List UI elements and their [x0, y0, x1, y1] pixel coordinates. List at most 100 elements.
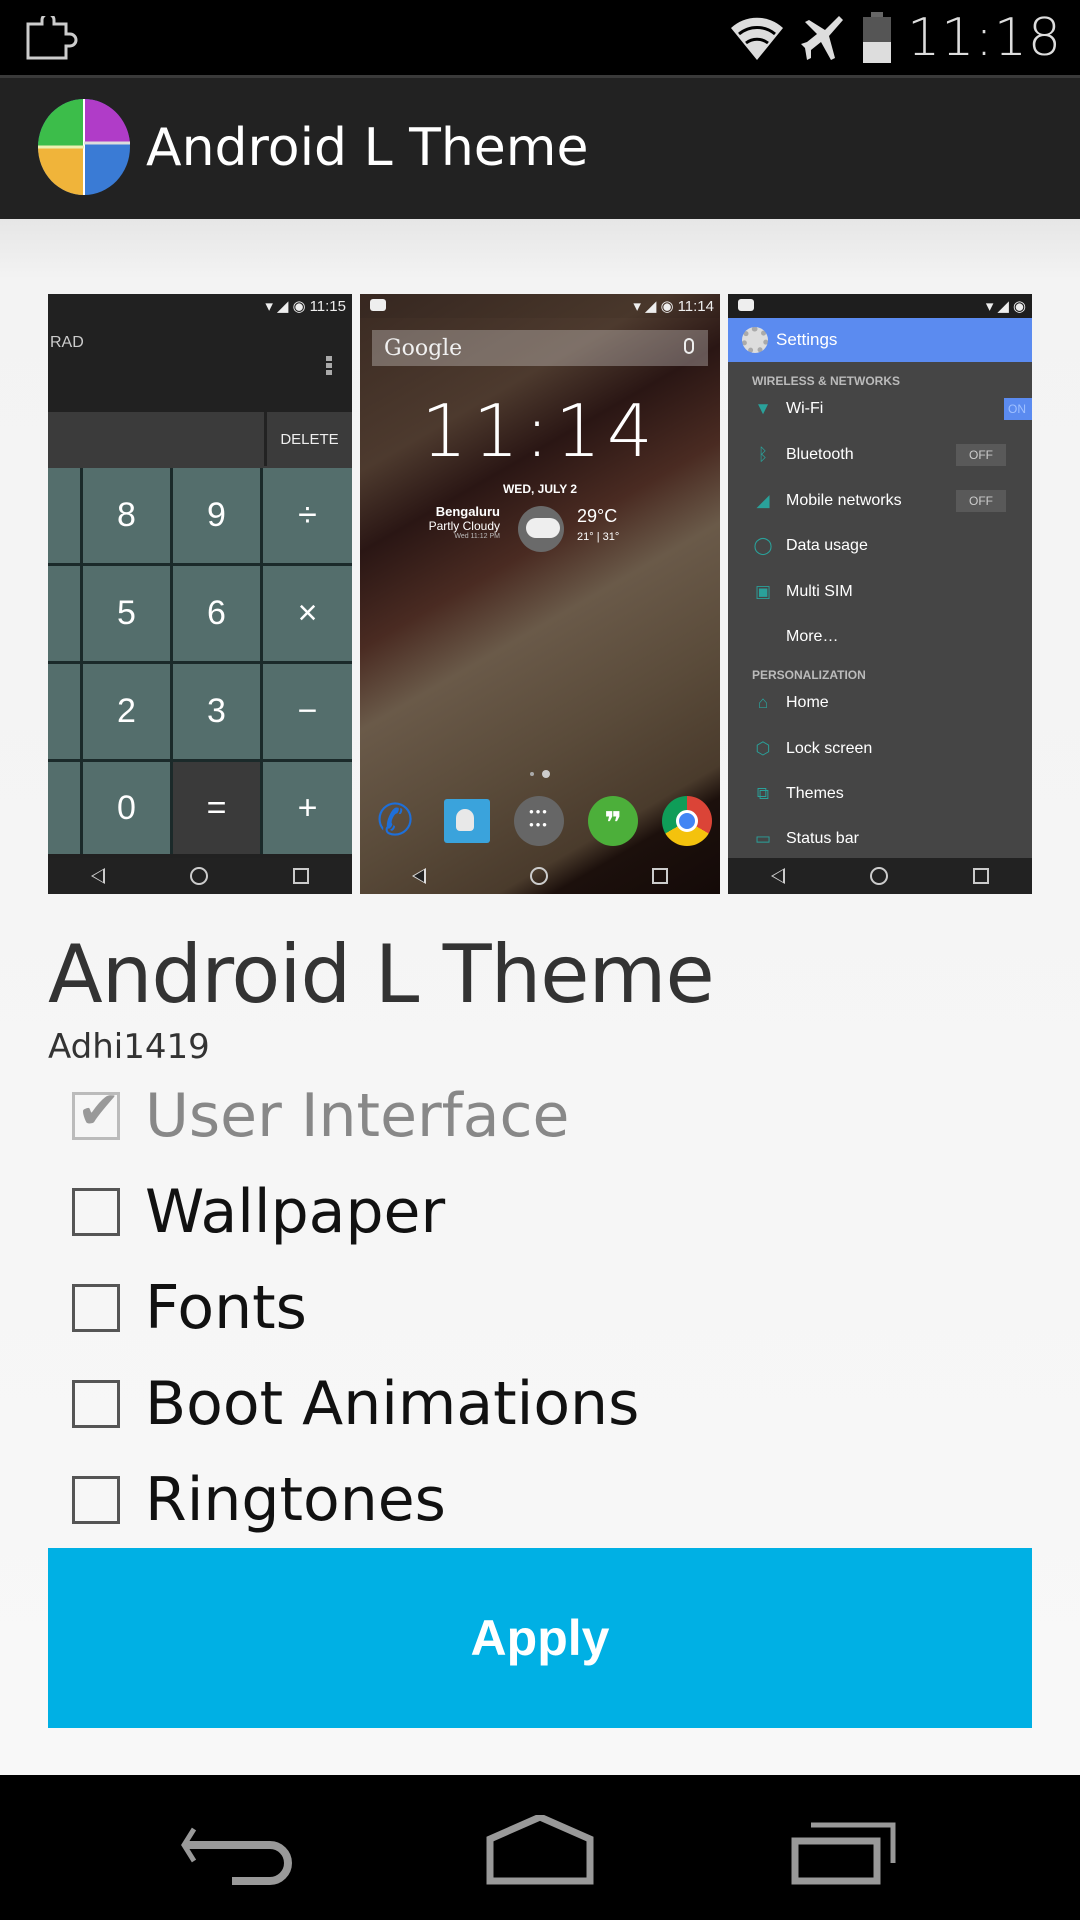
google-search-bar: Google: [372, 330, 708, 366]
settings-section-header: WIRELESS & NETWORKS: [752, 374, 901, 388]
cyanogenmod-icon: [738, 299, 754, 311]
option-ringtones[interactable]: Ringtones: [72, 1465, 446, 1535]
clock-date: WED, JULY 2: [502, 482, 578, 496]
toggle-switch: OFF: [956, 444, 1006, 466]
partly-cloudy-icon: [518, 506, 564, 552]
settings-item: ⬡ Lock screen: [728, 734, 1032, 764]
option-label: Ringtones: [145, 1465, 446, 1535]
checkbox[interactable]: [72, 1284, 120, 1332]
calc-key: 8: [83, 468, 170, 563]
settings-item: ◯ Data usage: [728, 531, 1032, 561]
calc-key: 3: [173, 664, 260, 759]
puzzle-piece-icon: [26, 16, 78, 60]
calc-key: ÷: [263, 468, 352, 563]
weather-location: Bengaluru Partly Cloudy Wed 11:12 PM: [429, 504, 500, 540]
calc-key: =: [173, 762, 260, 854]
home-icon: [869, 867, 888, 885]
home-icon: ⌂: [757, 693, 769, 712]
signal-icon: ◢: [997, 298, 1009, 315]
preview-time: 11:15: [309, 297, 346, 315]
calc-key: 5: [83, 566, 170, 661]
settings-item-label: Themes: [786, 785, 844, 802]
airplane-mode-icon: [801, 16, 844, 60]
settings-item: ▣ Multi SIM: [728, 577, 1032, 607]
option-user-interface[interactable]: User Interface: [72, 1081, 569, 1151]
back-icon: [90, 868, 105, 884]
calc-key: [48, 664, 80, 759]
calc-mode: RAD: [50, 334, 84, 351]
weather-temp: 29°C: [577, 506, 618, 526]
theme-name: Android L Theme: [48, 928, 715, 1021]
settings-item-label: Home: [786, 694, 829, 711]
home-button[interactable]: [480, 1815, 600, 1885]
app-drawer-icon: [514, 796, 564, 846]
back-icon: [412, 868, 426, 884]
signal-icon: ◢: [756, 491, 770, 510]
battery-icon: ◉: [292, 298, 306, 315]
clock-time: 11:14: [421, 389, 659, 473]
cyanogenmod-icon: [370, 299, 386, 311]
settings-item-label: Bluetooth: [786, 446, 854, 463]
preview-home-screen[interactable]: ▾ ◢ ◉ 11:14 Google 11:14 WED, JULY 2 Ben…: [360, 294, 720, 894]
apply-button[interactable]: Apply: [48, 1548, 1032, 1728]
preview-nav-bar: [360, 858, 720, 894]
calc-key: +: [263, 762, 352, 854]
back-button[interactable]: [180, 1815, 300, 1885]
data-usage-icon: ◯: [753, 536, 773, 555]
preview-time: 11:14: [677, 297, 714, 315]
calc-key: 9: [173, 468, 260, 563]
calc-key: −: [263, 664, 352, 759]
settings-item-label: More…: [786, 628, 839, 645]
battery-icon: ◉: [1012, 298, 1026, 315]
theme-author: Adhi1419: [48, 1027, 210, 1067]
settings-item: ▭ Status bar: [728, 824, 1032, 854]
home-icon: [189, 867, 208, 885]
recents-button[interactable]: [785, 1815, 905, 1885]
preview-settings[interactable]: ▾ ◢ ◉ Settings WIRELESS & NETWORKS ▼ Wi-…: [728, 294, 1032, 894]
status-time: 11:18: [907, 8, 1062, 68]
checkbox[interactable]: [72, 1081, 121, 1141]
gear-icon: [742, 327, 768, 353]
settings-item-label: Status bar: [786, 830, 859, 847]
wifi-icon: [731, 17, 784, 60]
signal-icon: ◢: [276, 298, 289, 315]
preview-calculator[interactable]: ▾ ◢ ◉ 11:15 RAD DELETE 8 9 ÷ 5 6 × 2 3 −…: [48, 294, 352, 894]
preview-nav-bar: [728, 858, 1032, 894]
settings-item: ⧉ Themes: [728, 779, 1032, 809]
settings-item-label: Mobile networks: [786, 492, 902, 509]
bluetooth-icon: ᛒ: [757, 445, 769, 464]
status-bar-icon: ▭: [754, 829, 772, 848]
recents-icon: [973, 868, 990, 884]
settings-item: ▼ Wi-Fi ON: [728, 394, 1032, 424]
battery-icon: ◉: [660, 298, 674, 315]
home-icon: [530, 867, 548, 885]
contacts-icon: [444, 799, 490, 843]
app-title: Android L Theme: [146, 118, 589, 178]
option-label: Wallpaper: [145, 1177, 446, 1247]
clock-widget: 11:14: [360, 389, 720, 473]
wifi-icon: ▾: [985, 298, 994, 315]
option-fonts[interactable]: Fonts: [72, 1273, 307, 1343]
settings-item: ◢ Mobile networks OFF: [728, 486, 1032, 516]
toggle-switch: ON: [1004, 398, 1032, 420]
settings-item: ᛒ Bluetooth OFF: [728, 440, 1032, 470]
option-boot-animations[interactable]: Boot Animations: [72, 1369, 639, 1439]
settings-title: Settings: [776, 330, 838, 349]
checkbox[interactable]: [72, 1380, 120, 1428]
checkbox[interactable]: [72, 1188, 120, 1236]
calc-keypad: 8 9 ÷ 5 6 × 2 3 − 0 = +: [48, 468, 352, 854]
checkbox[interactable]: [72, 1476, 120, 1524]
hangouts-icon: ❞: [588, 796, 638, 846]
dock: ✆ ❞: [370, 794, 712, 848]
settings-item-label: Lock screen: [786, 740, 873, 757]
chrome-icon: [662, 796, 712, 846]
option-label: Boot Animations: [145, 1369, 640, 1439]
google-logo: Google: [384, 335, 463, 361]
calc-key: ×: [263, 566, 352, 661]
settings-item-label: Wi-Fi: [786, 400, 824, 417]
system-nav-bar: [0, 1775, 1080, 1920]
weather-temperature: 29°C 21° | 31°: [577, 506, 619, 543]
option-wallpaper[interactable]: Wallpaper: [72, 1177, 445, 1247]
battery-icon: [863, 12, 892, 63]
settings-item: More…: [728, 622, 1032, 652]
